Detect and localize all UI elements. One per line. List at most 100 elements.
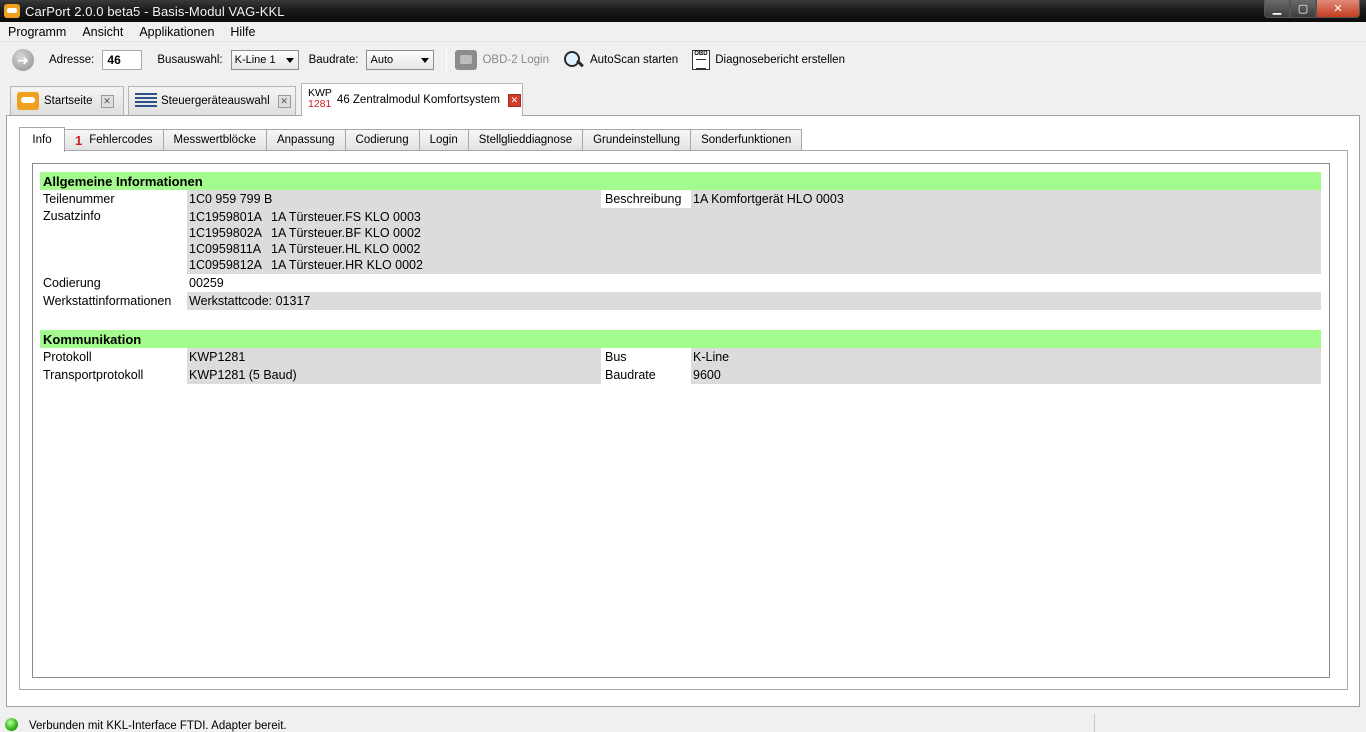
tab-sonderfunktionen[interactable]: Sonderfunktionen [691, 129, 803, 151]
baudrate-info-value: 9600 [691, 366, 1321, 384]
extra-info-code: 1C1959802A [189, 226, 262, 240]
extra-info-text: 1A Türsteuer.HL KLO 0002 [271, 242, 421, 256]
tab-info[interactable]: Info [19, 127, 65, 152]
part-number-label: Teilenummer [43, 192, 115, 206]
address-label: Adresse: [49, 54, 95, 66]
window-controls: ▁ ▢ ✕ [1264, 0, 1360, 18]
window-title: CarPort 2.0.0 beta5 - Basis-Modul VAG-KK… [25, 3, 285, 19]
description-label: Beschreibung [605, 192, 682, 206]
connect-arrow-icon[interactable]: ➜ [12, 49, 34, 71]
extra-info-text: 1A Türsteuer.HR KLO 0002 [271, 258, 423, 272]
workshop-label: Werkstattinformationen [43, 294, 172, 308]
extra-info-value: 1C1959801A 1A Türsteuer.FS KLO 0003 1C19… [187, 208, 1321, 274]
workshop-value: Werkstattcode: 01317 [187, 292, 1321, 310]
function-tabs: Info 1 Fehlercodes Messwertblöcke Anpass… [19, 127, 803, 152]
transport-protocol-value: KWP1281 (5 Baud) [187, 366, 601, 384]
tab-stellglieddiagnose[interactable]: Stellglieddiagnose [468, 129, 584, 151]
obd-login-label: OBD-2 Login [482, 54, 549, 66]
coding-value: 00259 [189, 276, 224, 290]
toolbar-separator [446, 47, 448, 73]
tab-fehlercodes[interactable]: 1 Fehlercodes [65, 129, 164, 151]
toolbar: ➜ Adresse: 46 Busauswahl: K-Line 1 Baudr… [0, 43, 1366, 77]
coding-label: Codierung [43, 276, 101, 290]
row-codierung: Codierung 00259 [40, 274, 1321, 292]
tab-sonderfunktionen-label: Sonderfunktionen [701, 134, 792, 146]
extra-info-text: 1A Türsteuer.BF KLO 0002 [271, 226, 421, 240]
row-werkstatt: Werkstattinformationen Werkstattcode: 01… [40, 292, 1321, 310]
row-teilenummer: Teilenummer 1C0 959 799 B Beschreibung 1… [40, 190, 1321, 208]
report-document-icon [692, 50, 711, 70]
menu-applikationen[interactable]: Applikationen [131, 25, 222, 39]
transport-protocol-label: Transportprotokoll [43, 368, 144, 382]
bus-select[interactable]: K-Line 1 [230, 50, 299, 70]
status-message: Verbunden mit KKL-Interface FTDI. Adapte… [29, 720, 287, 732]
tab-anpassung[interactable]: Anpassung [266, 129, 346, 151]
extra-info-text: 1A Türsteuer.FS KLO 0003 [271, 210, 421, 224]
tab-codierung-label: Codierung [355, 134, 409, 146]
tab-grundeinstellung[interactable]: Grundeinstellung [583, 129, 692, 151]
extra-info-line: 1C1959801A 1A Türsteuer.FS KLO 0003 [189, 209, 1321, 225]
magnifier-icon [563, 50, 585, 70]
ecu-list-icon [135, 93, 157, 109]
extra-info-code: 1C0959811A [189, 242, 262, 256]
close-window-button[interactable]: ✕ [1316, 0, 1360, 18]
extra-info-label: Zusatzinfo [43, 209, 101, 223]
diagnostic-report-label: Diagnosebericht erstellen [715, 54, 845, 66]
tab-login-label: Login [429, 134, 458, 146]
chevron-down-icon [285, 58, 294, 63]
extra-info-line: 1C1959802A 1A Türsteuer.BF KLO 0002 [189, 225, 1321, 241]
tab-startseite-label: Startseite [44, 95, 93, 107]
fault-count-badge: 1 [75, 132, 83, 148]
tab-info-label: Info [32, 134, 52, 146]
tab-zentralmodul-komfortsystem[interactable]: KWP 1281 46 Zentralmodul Komfortsystem ✕ [301, 83, 523, 116]
menu-ansicht[interactable]: Ansicht [74, 25, 131, 39]
tab-anpassung-label: Anpassung [276, 134, 335, 146]
part-number-value: 1C0 959 799 B [187, 190, 601, 208]
section-header-communication: Kommunikation [40, 330, 1321, 348]
tab-messwertbloecke[interactable]: Messwertblöcke [163, 129, 267, 151]
obd-login-button[interactable]: OBD-2 Login [455, 50, 549, 70]
bus-select-value: K-Line 1 [234, 54, 276, 66]
tab-messwertbloecke-label: Messwertblöcke [173, 134, 256, 146]
chevron-down-icon [421, 58, 430, 63]
status-bar: Verbunden mit KKL-Interface FTDI. Adapte… [0, 712, 1366, 732]
carport-app-icon [4, 4, 20, 18]
row-protokoll: Protokoll KWP1281 Bus K-Line [40, 348, 1321, 366]
extra-info-line: 1C0959812A 1A Türsteuer.HR KLO 0002 [189, 257, 1321, 273]
autoscan-button[interactable]: AutoScan starten [563, 50, 678, 70]
description-value: 1A Komfortgerät HLO 0003 [691, 190, 1321, 208]
baud-select[interactable]: Auto [366, 50, 435, 70]
address-input[interactable]: 46 [102, 50, 143, 70]
tab-startseite[interactable]: Startseite ✕ [10, 86, 124, 115]
autoscan-label: AutoScan starten [589, 54, 679, 66]
close-tab-icon[interactable]: ✕ [507, 93, 521, 107]
tab-steuergeraeteauswahl-label: Steuergeräteauswahl [161, 95, 270, 107]
connection-status-icon [5, 717, 18, 731]
baudrate-info-label: Baudrate [605, 368, 656, 382]
menu-hilfe[interactable]: Hilfe [222, 25, 263, 39]
bus-label: Busauswahl: [157, 54, 223, 66]
row-zusatzinfo: Zusatzinfo 1C1959801A 1A Türsteuer.FS KL… [40, 208, 1321, 274]
extra-info-line: 1C0959811A 1A Türsteuer.HL KLO 0002 [189, 241, 1321, 257]
baud-select-value: Auto [370, 54, 394, 66]
tab-stellglieddiagnose-label: Stellglieddiagnose [478, 134, 573, 146]
diagnostic-report-button[interactable]: Diagnosebericht erstellen [692, 50, 845, 70]
tab-steuergeraeteauswahl[interactable]: Steuergeräteauswahl ✕ [128, 86, 296, 115]
car-icon [17, 92, 39, 110]
maximize-button[interactable]: ▢ [1290, 0, 1316, 18]
tab-login[interactable]: Login [419, 129, 469, 151]
kwp-protocol-badge: KWP 1281 [308, 88, 332, 110]
status-separator [1094, 714, 1095, 732]
menu-programm[interactable]: Programm [0, 25, 74, 39]
tab-grundeinstellung-label: Grundeinstellung [593, 134, 681, 146]
tab-codierung[interactable]: Codierung [345, 129, 420, 151]
close-tab-icon[interactable]: ✕ [100, 94, 114, 108]
obd-connector-icon [455, 50, 478, 70]
protocol-label: Protokoll [43, 350, 92, 364]
protocol-value: KWP1281 [187, 348, 601, 366]
close-tab-icon[interactable]: ✕ [277, 94, 291, 108]
menu-bar: Programm Ansicht Applikationen Hilfe [0, 22, 1366, 42]
minimize-button[interactable]: ▁ [1264, 0, 1290, 18]
section-header-general: Allgemeine Informationen [40, 172, 1321, 190]
bus-info-label: Bus [605, 350, 627, 364]
